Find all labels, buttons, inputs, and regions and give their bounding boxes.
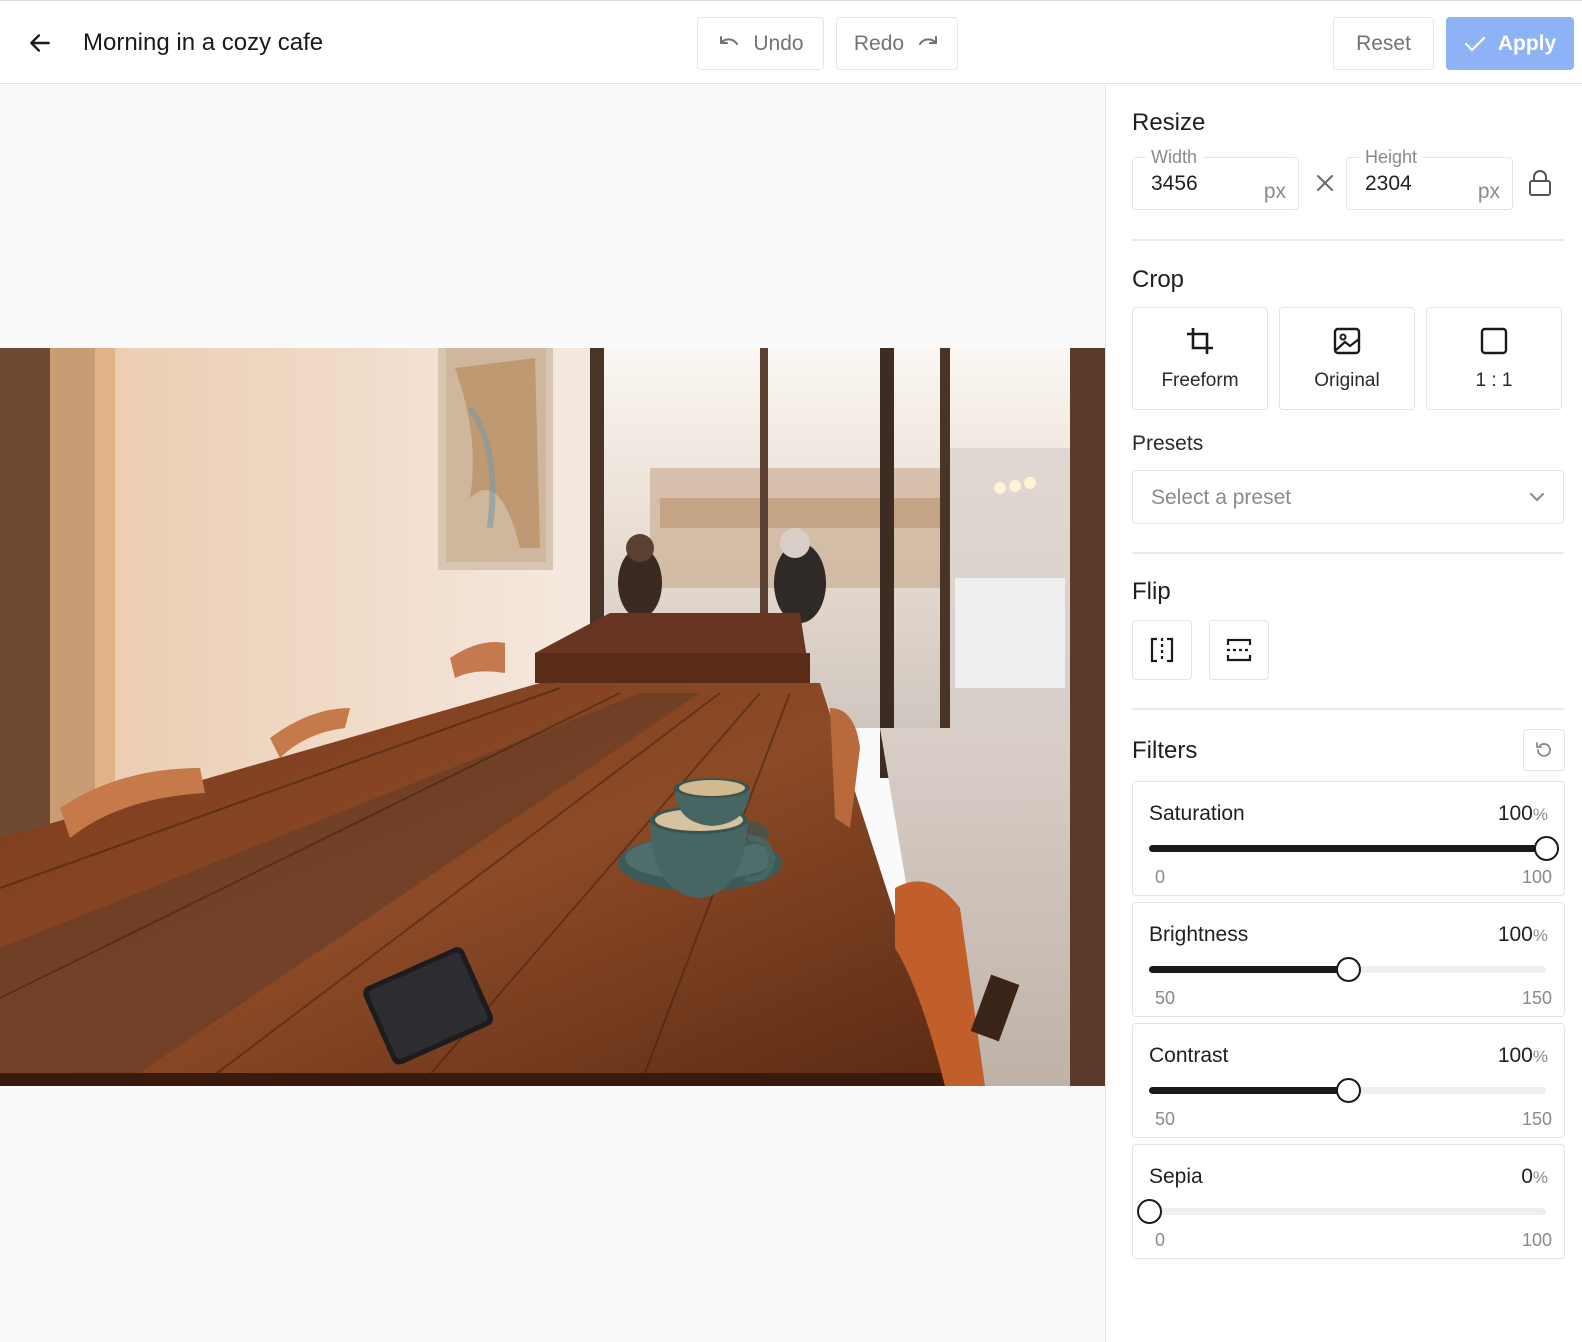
reset-button[interactable]: Reset xyxy=(1333,17,1434,70)
lock-icon[interactable] xyxy=(1527,169,1553,197)
height-field[interactable]: Height px xyxy=(1346,147,1513,210)
crop-original-button[interactable]: Original xyxy=(1279,307,1415,410)
resize-title: Resize xyxy=(1132,109,1206,136)
divider xyxy=(1132,708,1564,710)
height-input[interactable] xyxy=(1365,172,1465,196)
slider-thumb[interactable] xyxy=(1335,1078,1361,1103)
square-icon xyxy=(1480,327,1508,355)
photo-preview[interactable] xyxy=(0,348,1105,1086)
chevron-down-icon xyxy=(1530,493,1544,501)
slider-max: 150 xyxy=(1521,988,1552,1008)
slider-max: 100 xyxy=(1521,867,1552,887)
crop-original-label: Original xyxy=(1314,370,1380,391)
sepia-slider[interactable] xyxy=(1137,1199,1546,1224)
slider-max: 150 xyxy=(1521,1109,1552,1129)
flip-vertical-icon xyxy=(1226,638,1252,662)
slider-thumb[interactable] xyxy=(1335,957,1361,982)
slider-fill xyxy=(1149,1087,1348,1094)
height-label: Height xyxy=(1359,147,1424,168)
width-input[interactable] xyxy=(1151,172,1251,196)
slider-min: 0 xyxy=(1155,867,1166,887)
slider-max: 100 xyxy=(1521,1230,1552,1250)
filter-name: Saturation xyxy=(1149,802,1245,825)
image-canvas[interactable] xyxy=(0,85,1106,1342)
crop-freeform-button[interactable]: Freeform xyxy=(1132,307,1268,410)
slider-min: 50 xyxy=(1155,988,1176,1008)
reset-filters-button[interactable] xyxy=(1523,729,1565,771)
slider-thumb[interactable] xyxy=(1137,1199,1162,1224)
crop-freeform-label: Freeform xyxy=(1161,370,1239,391)
reset-label: Reset xyxy=(1356,31,1411,55)
preset-placeholder: Select a preset xyxy=(1151,486,1292,509)
slider-fill xyxy=(1149,845,1546,852)
back-button[interactable] xyxy=(22,25,58,61)
cafe-photo xyxy=(0,348,1105,1086)
arrow-left-icon xyxy=(30,34,50,52)
redo-label: Redo xyxy=(853,31,905,55)
flip-vertical-button[interactable] xyxy=(1209,620,1269,680)
page-title: Morning in a cozy cafe xyxy=(83,29,324,56)
filter-value: 100% xyxy=(1497,1044,1548,1067)
flip-title: Flip xyxy=(1132,578,1171,605)
filter-name: Contrast xyxy=(1149,1044,1229,1067)
rotate-ccw-icon xyxy=(1536,742,1551,757)
edit-panel: Resize Width px Height px Crop Freeform … xyxy=(1107,85,1582,1342)
filter-sepia: Sepia 0% 0 100 xyxy=(1132,1144,1565,1259)
times-icon xyxy=(1317,175,1333,191)
apply-label: Apply xyxy=(1497,31,1557,55)
width-unit: px xyxy=(1263,180,1286,203)
filter-name: Sepia xyxy=(1149,1165,1203,1188)
redo-icon xyxy=(919,35,938,45)
crop-square-button[interactable]: 1 : 1 xyxy=(1426,307,1562,410)
saturation-slider[interactable] xyxy=(1149,836,1559,861)
slider-min: 50 xyxy=(1155,1109,1176,1129)
filter-value: 100% xyxy=(1497,923,1548,946)
check-icon xyxy=(1464,36,1485,51)
divider xyxy=(1132,552,1564,554)
preset-select[interactable]: Select a preset xyxy=(1132,470,1564,524)
flip-horizontal-button[interactable] xyxy=(1132,620,1192,680)
filter-contrast: Contrast 100% 50 150 xyxy=(1132,1023,1565,1138)
divider xyxy=(1132,239,1564,241)
undo-button[interactable]: Undo xyxy=(697,17,824,70)
presets-title: Presets xyxy=(1132,432,1204,455)
undo-label: Undo xyxy=(753,31,804,55)
slider-thumb[interactable] xyxy=(1534,836,1559,861)
filter-value: 0% xyxy=(1521,1165,1548,1188)
undo-icon xyxy=(720,35,739,45)
width-field[interactable]: Width px xyxy=(1132,147,1299,210)
filter-value: 100% xyxy=(1497,802,1548,825)
filter-saturation: Saturation 100% 0 100 xyxy=(1132,781,1565,896)
width-label: Width xyxy=(1145,147,1204,168)
contrast-slider[interactable] xyxy=(1149,1078,1546,1103)
filters-title: Filters xyxy=(1132,737,1198,764)
flip-horizontal-icon xyxy=(1150,637,1174,663)
filter-name: Brightness xyxy=(1149,923,1249,946)
crop-title: Crop xyxy=(1132,266,1185,293)
filter-brightness: Brightness 100% 50 150 xyxy=(1132,902,1565,1017)
crop-icon xyxy=(1187,328,1213,354)
top-bar: Morning in a cozy cafe Undo Redo Reset A… xyxy=(0,0,1582,84)
slider-min: 0 xyxy=(1155,1230,1166,1250)
apply-button[interactable]: Apply xyxy=(1446,17,1574,70)
image-icon xyxy=(1333,327,1361,355)
height-unit: px xyxy=(1477,180,1500,203)
slider-fill xyxy=(1149,966,1348,973)
crop-square-label: 1 : 1 xyxy=(1475,370,1513,391)
brightness-slider[interactable] xyxy=(1149,957,1546,982)
redo-button[interactable]: Redo xyxy=(836,17,958,70)
